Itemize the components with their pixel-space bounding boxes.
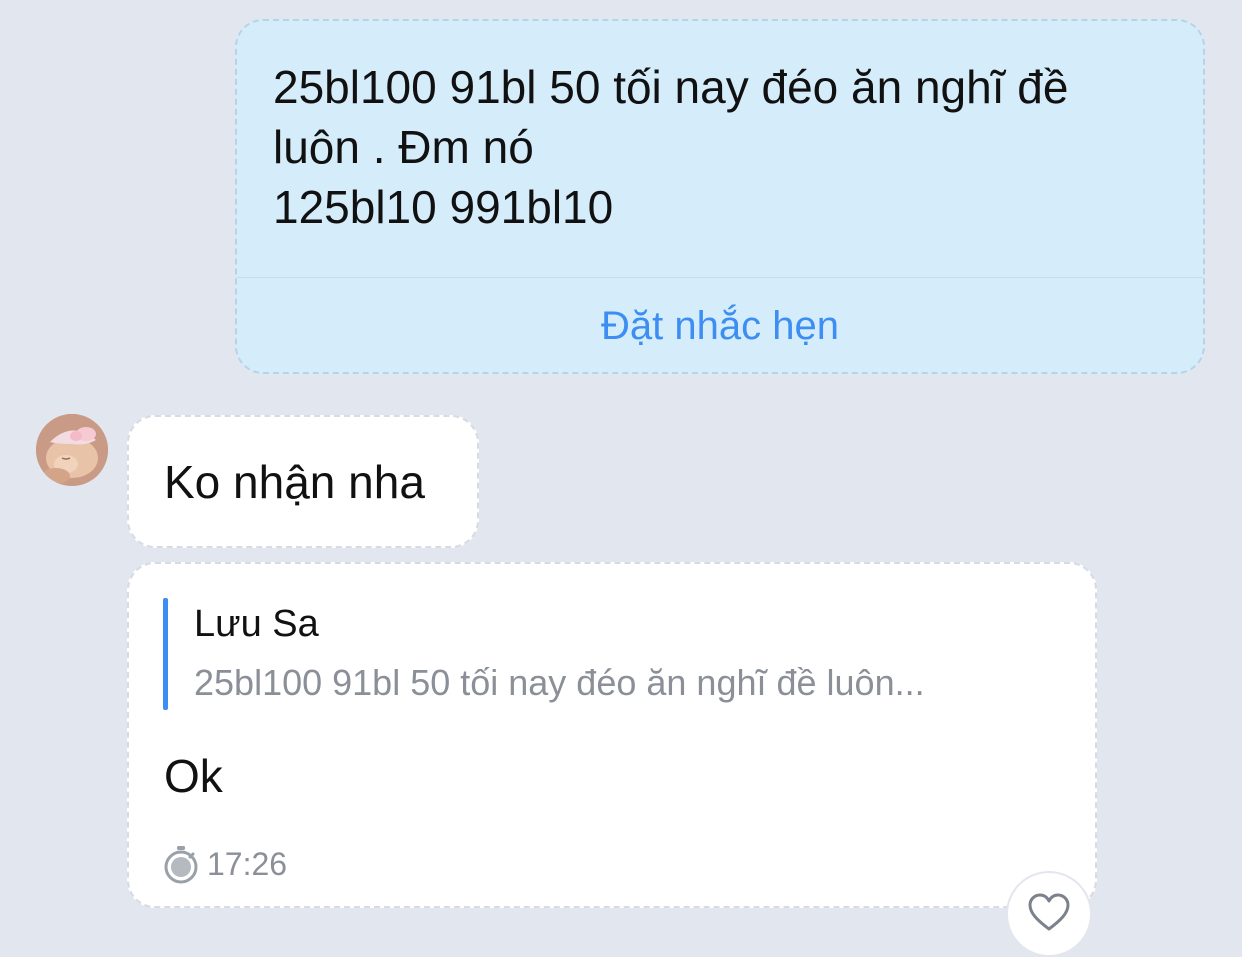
incoming-message-text: Ko nhận nha <box>164 455 425 508</box>
outgoing-message-bubble[interactable]: 25bl100 91bl 50 tối nay đéo ăn nghĩ đề l… <box>235 19 1205 374</box>
set-reminder-button[interactable]: Đặt nhắc hẹn <box>237 278 1203 372</box>
reaction-button[interactable] <box>1006 871 1092 957</box>
message-timestamp: 17:26 <box>163 840 287 888</box>
reply-message-text: Ok <box>164 750 223 802</box>
avatar-image <box>36 414 108 486</box>
quote-accent-bar <box>163 598 168 710</box>
message-time: 17:26 <box>207 845 288 882</box>
contact-avatar[interactable] <box>36 414 108 486</box>
incoming-message-bubble[interactable]: Ko nhận nha <box>127 415 479 548</box>
clock-pending-icon <box>164 846 198 884</box>
quoted-author-name[interactable]: Lưu Sa <box>194 600 319 648</box>
quoted-message-text[interactable]: 25bl100 91bl 50 tối nay đéo ăn nghĩ đề l… <box>194 660 925 706</box>
heart-icon <box>1028 893 1070 931</box>
outgoing-message-text: 25bl100 91bl 50 tối nay đéo ăn nghĩ đề l… <box>273 61 1069 233</box>
incoming-reply-bubble[interactable]: Lưu Sa 25bl100 91bl 50 tối nay đéo ăn ng… <box>127 562 1097 908</box>
